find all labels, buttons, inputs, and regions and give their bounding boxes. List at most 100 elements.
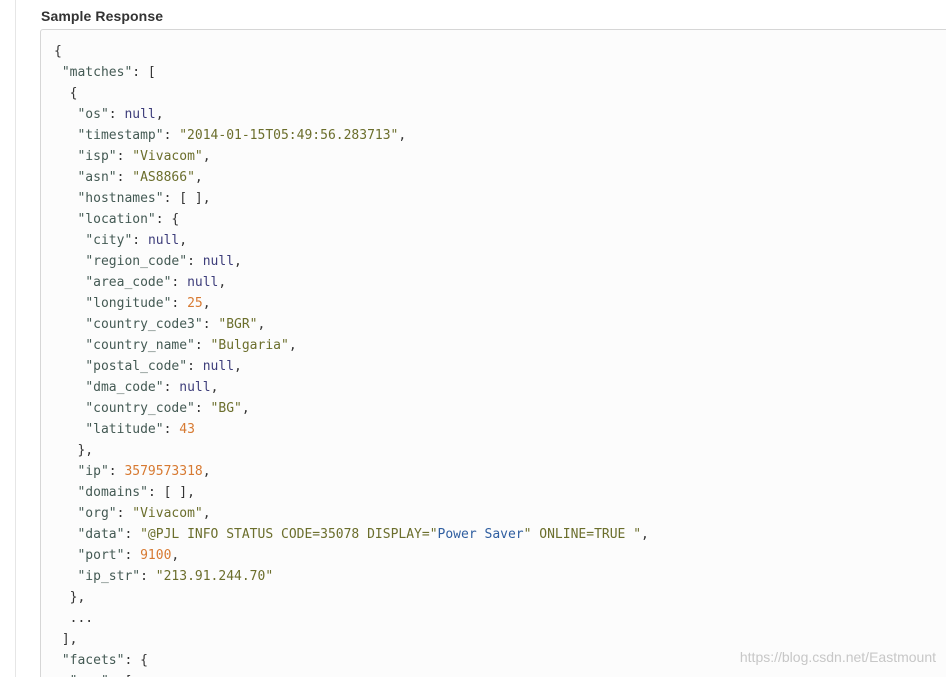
json-string: "AS8866"	[132, 170, 195, 185]
json-punctuation: },	[54, 590, 86, 605]
json-punctuation	[54, 170, 77, 185]
json-punctuation: :	[124, 548, 141, 563]
section-title: Sample Response	[41, 8, 164, 24]
json-key: "longitude"	[85, 296, 172, 311]
json-punctuation: :	[132, 233, 148, 248]
json-number: 43	[179, 422, 195, 437]
json-key: "org"	[77, 506, 117, 521]
json-key: "matches"	[61, 65, 133, 80]
json-punctuation: ],	[54, 632, 78, 647]
json-punctuation: :	[116, 149, 133, 164]
json-punctuation: :	[171, 275, 188, 290]
code-line: },	[54, 440, 649, 461]
json-string: "BGR"	[218, 317, 258, 332]
json-punctuation: :	[202, 317, 219, 332]
json-punctuation: ,	[218, 275, 227, 290]
json-punctuation	[54, 653, 62, 668]
json-punctuation: ,	[171, 548, 180, 563]
code-line: "isp": "Vivacom",	[54, 146, 649, 167]
json-punctuation: :	[194, 401, 211, 416]
json-punctuation: ,	[202, 149, 211, 164]
json-number: 3579573318	[124, 464, 203, 479]
json-punctuation	[54, 338, 85, 353]
json-null: null	[124, 107, 156, 122]
json-punctuation: : [	[132, 65, 156, 80]
code-line: "city": null,	[54, 230, 649, 251]
json-punctuation	[54, 485, 77, 500]
json-punctuation: :	[124, 527, 141, 542]
json-key: "country_name"	[85, 338, 195, 353]
code-line: "region_code": null,	[54, 251, 649, 272]
page-left-divider	[15, 0, 16, 677]
code-line: "domains": [ ],	[54, 482, 649, 503]
watermark-text: https://blog.csdn.net/Eastmount	[739, 649, 936, 665]
json-punctuation	[54, 401, 85, 416]
json-key: "dma_code"	[85, 380, 164, 395]
json-punctuation	[54, 422, 85, 437]
json-punctuation	[54, 569, 77, 584]
json-key: "latitude"	[85, 422, 164, 437]
code-line: "data": "@PJL INFO STATUS CODE=35078 DIS…	[54, 524, 648, 545]
json-punctuation: {	[54, 86, 78, 101]
code-line: "timestamp": "2014-01-15T05:49:56.283713…	[54, 125, 649, 146]
json-punctuation: ...	[54, 611, 94, 626]
sample-response-code-block[interactable]: { "matches": [ { "os": null, "timestamp"…	[40, 29, 946, 677]
json-key: "country_code3"	[85, 317, 203, 332]
json-punctuation: : {	[155, 212, 180, 227]
json-punctuation	[54, 149, 77, 164]
code-line: "ip_str": "213.91.244.70"	[54, 566, 649, 587]
json-punctuation	[54, 380, 85, 395]
json-punctuation	[54, 254, 85, 269]
json-punctuation: ,	[241, 401, 250, 416]
json-punctuation: ,	[202, 506, 211, 521]
json-punctuation: :	[194, 338, 211, 353]
json-string: "Bulgaria"	[210, 338, 289, 353]
json-key: "city"	[85, 233, 133, 248]
json-punctuation	[54, 527, 77, 542]
json-number: 9100	[140, 548, 172, 563]
json-punctuation	[54, 212, 77, 227]
json-string: "BG"	[210, 401, 242, 416]
code-line: "country_code3": "BGR",	[54, 314, 649, 335]
json-punctuation: :	[171, 296, 188, 311]
json-key: "asn"	[77, 170, 117, 185]
code-line: "country_code": "BG",	[54, 398, 649, 419]
json-punctuation	[54, 128, 77, 143]
json-number: 25	[187, 296, 203, 311]
json-key: "hostnames"	[77, 191, 164, 206]
json-punctuation: ,	[234, 254, 242, 269]
json-string: "2014-01-15T05:49:56.283713"	[179, 128, 399, 143]
json-null: null	[179, 380, 211, 395]
json-key: "ip"	[77, 464, 109, 479]
json-string-highlight: Power Saver	[437, 527, 524, 542]
code-line: "port": 9100,	[54, 545, 649, 566]
code-line: "latitude": 43	[54, 419, 649, 440]
code-line: "location": {	[54, 209, 649, 230]
json-punctuation: ,	[398, 128, 407, 143]
json-punctuation: ,	[202, 464, 211, 479]
json-punctuation: :	[108, 464, 125, 479]
json-punctuation	[54, 65, 62, 80]
json-punctuation: :	[163, 380, 180, 395]
json-key: "port"	[77, 548, 125, 563]
json-punctuation	[54, 296, 85, 311]
json-key: "isp"	[77, 149, 117, 164]
json-punctuation	[54, 275, 85, 290]
json-key: "ip_str"	[77, 569, 141, 584]
json-punctuation: },	[54, 443, 94, 458]
json-punctuation: :	[163, 422, 180, 437]
json-punctuation: ,	[194, 170, 203, 185]
json-key: "os"	[77, 107, 109, 122]
json-punctuation: :	[163, 128, 180, 143]
code-line: "ip": 3579573318,	[54, 461, 649, 482]
json-punctuation	[54, 233, 85, 248]
json-punctuation	[54, 548, 77, 563]
json-null: null	[202, 254, 235, 269]
json-punctuation	[54, 464, 77, 479]
json-null: null	[202, 359, 235, 374]
json-key: "postal_code"	[85, 359, 188, 374]
code-line: {	[54, 41, 649, 62]
json-punctuation: ,	[288, 338, 297, 353]
json-punctuation: ,	[179, 233, 188, 248]
code-line: },	[54, 587, 649, 608]
